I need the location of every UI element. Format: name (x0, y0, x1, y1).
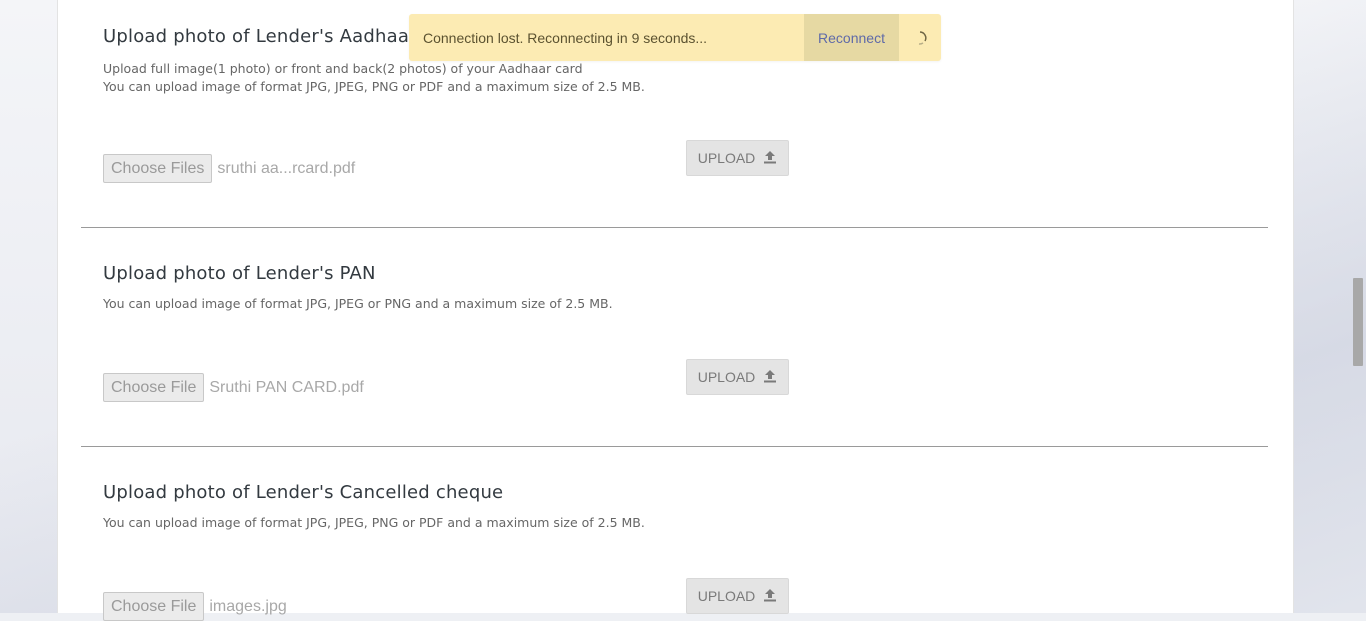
upload-button[interactable]: UPLOAD (686, 578, 789, 614)
choose-files-button[interactable]: Choose Files (103, 154, 213, 183)
description-line: Upload full image(1 photo) or front and … (103, 61, 583, 76)
section-divider (81, 227, 1268, 228)
upload-button[interactable]: UPLOAD (686, 140, 789, 176)
scrollbar-thumb[interactable] (1353, 278, 1363, 366)
upload-panel: Upload photo of Lender's Aadhaar Upload … (57, 0, 1294, 621)
section-divider (81, 446, 1268, 447)
upload-label: UPLOAD (697, 369, 756, 385)
section-pan: Upload photo of Lender's PAN You can upl… (103, 263, 1243, 402)
loading-spinner-icon (899, 14, 941, 61)
section-title: Upload photo of Lender's Cancelled chequ… (103, 482, 504, 503)
section-cancelled-cheque: Upload photo of Lender's Cancelled chequ… (103, 482, 1243, 621)
section-description: You can upload image of format JPG, JPEG… (103, 295, 1243, 313)
selected-file-name: sruthi aa...rcard.pdf (217, 159, 356, 177)
selected-file-name: Sruthi PAN CARD.pdf (209, 378, 364, 396)
upload-icon (763, 150, 777, 167)
description-line: You can upload image of format JPG, JPEG… (103, 296, 613, 311)
upload-button[interactable]: UPLOAD (686, 359, 789, 395)
choose-file-button[interactable]: Choose File (103, 592, 205, 621)
section-title: Upload photo of Lender's PAN (103, 263, 376, 284)
choose-file-button[interactable]: Choose File (103, 373, 205, 402)
page-scrollbar[interactable] (1349, 0, 1366, 613)
connection-lost-toast: Connection lost. Reconnecting in 9 secon… (409, 14, 941, 61)
reconnect-button[interactable]: Reconnect (804, 14, 899, 61)
file-input[interactable]: Choose Files sruthi aa...rcard.pdf (103, 154, 355, 183)
description-line: You can upload image of format JPG, JPEG… (103, 79, 645, 94)
section-description: You can upload image of format JPG, JPEG… (103, 514, 1243, 532)
toast-message: Connection lost. Reconnecting in 9 secon… (423, 29, 708, 46)
upload-label: UPLOAD (697, 588, 756, 604)
section-description: Upload full image(1 photo) or front and … (103, 60, 1243, 96)
upload-label: UPLOAD (697, 150, 756, 166)
description-line: You can upload image of format JPG, JPEG… (103, 515, 645, 530)
file-input[interactable]: Choose File Sruthi PAN CARD.pdf (103, 373, 364, 402)
upload-icon (763, 588, 777, 605)
upload-icon (763, 369, 777, 386)
file-input[interactable]: Choose File images.jpg (103, 592, 287, 621)
